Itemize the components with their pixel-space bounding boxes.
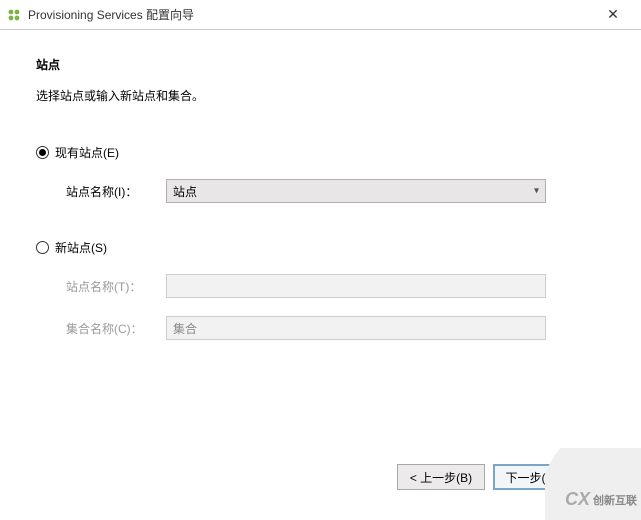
footer-buttons: < 上一步(B) 下一步(N) > (397, 464, 581, 490)
select-value: 站点 (173, 183, 197, 200)
radio-icon (36, 241, 49, 254)
radio-icon (36, 146, 49, 159)
page-subtext: 选择站点或输入新站点和集合。 (36, 87, 605, 104)
chevron-down-icon: ▾ (534, 186, 539, 197)
button-label: < 上一步(B) (410, 469, 472, 486)
radio-new-site[interactable]: 新站点(S) (36, 239, 605, 256)
app-icon (6, 7, 22, 23)
new-site-name-input (166, 274, 546, 298)
input-value: 集合 (173, 320, 197, 337)
existing-site-name-row: 站点名称(I)： 站点 ▾ (36, 179, 605, 203)
back-button[interactable]: < 上一步(B) (397, 464, 485, 490)
page-heading: 站点 (36, 56, 605, 73)
close-button[interactable]: ✕ (593, 1, 633, 29)
collection-name-row: 集合名称(C)： 集合 (36, 316, 605, 340)
watermark-text: 创新互联 (593, 492, 637, 508)
new-site-name-row: 站点名称(T)： (36, 274, 605, 298)
collection-name-label: 集合名称(C)： (66, 320, 166, 337)
watermark-logo: CX (565, 489, 590, 510)
collection-name-input: 集合 (166, 316, 546, 340)
next-button[interactable]: 下一步(N) > (493, 464, 581, 490)
radio-existing-site[interactable]: 现有站点(E) (36, 144, 605, 161)
radio-new-label: 新站点(S) (55, 239, 107, 256)
content-area: 站点 选择站点或输入新站点和集合。 现有站点(E) 站点名称(I)： 站点 ▾ … (0, 30, 641, 340)
button-label: 下一步(N) > (505, 469, 568, 486)
new-site-name-label: 站点名称(T)： (66, 278, 166, 295)
window-title: Provisioning Services 配置向导 (28, 6, 593, 23)
radio-existing-label: 现有站点(E) (55, 144, 119, 161)
existing-site-name-select[interactable]: 站点 ▾ (166, 179, 546, 203)
titlebar: Provisioning Services 配置向导 ✕ (0, 0, 641, 30)
existing-site-name-label: 站点名称(I)： (66, 183, 166, 200)
